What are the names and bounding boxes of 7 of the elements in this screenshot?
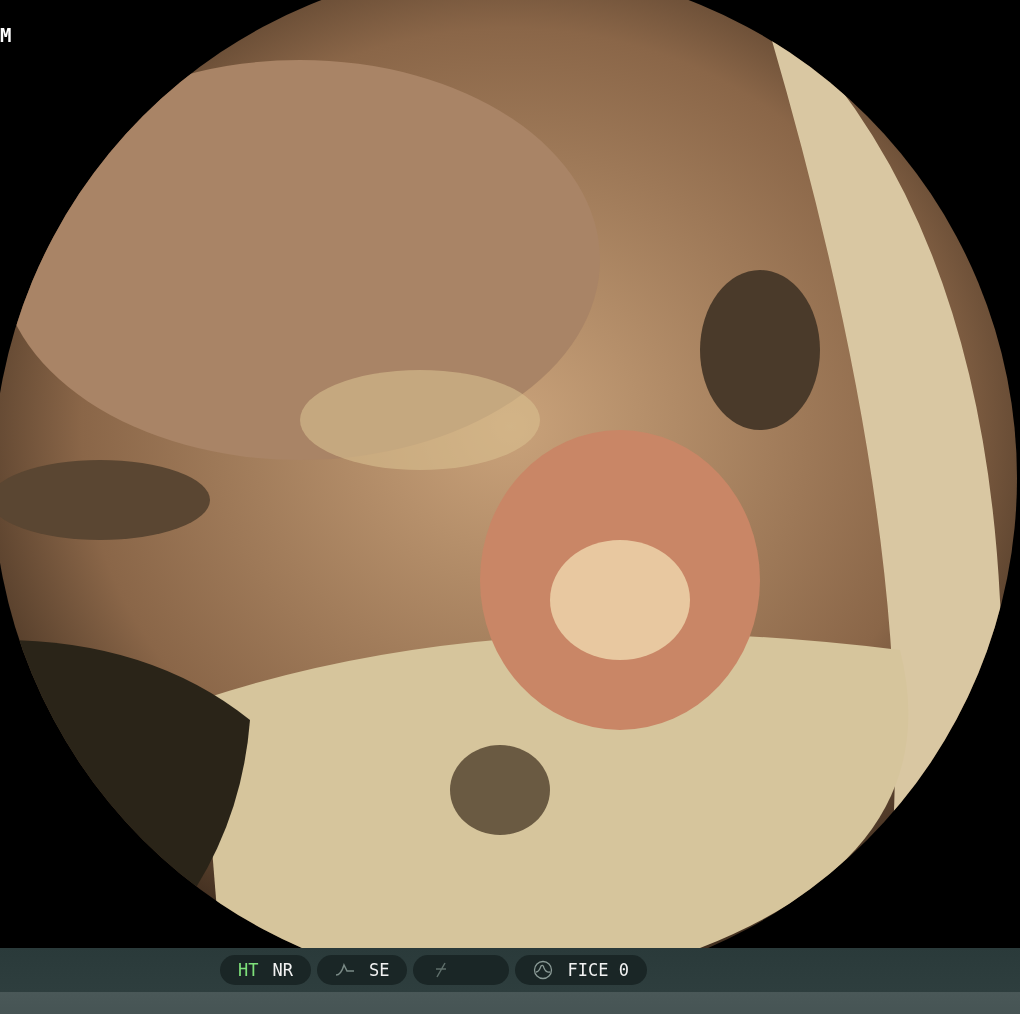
mode-label: NR: [272, 960, 293, 980]
mode-label: FICE 0: [567, 960, 629, 980]
wave-icon: [533, 960, 554, 980]
corner-label: M: [0, 24, 12, 46]
mode-label: SE: [368, 960, 390, 980]
mode-label: HT: [238, 960, 259, 980]
curve-icon: [334, 962, 355, 978]
